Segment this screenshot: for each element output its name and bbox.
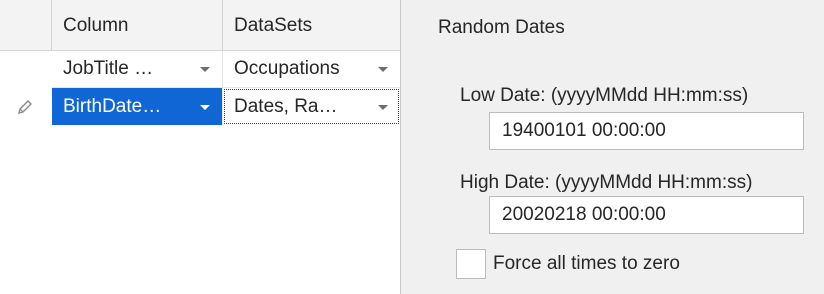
random-dates-panel: Random Dates Low Date: (yyyyMMdd HH:mm:s… <box>401 0 824 294</box>
table-row[interactable]: JobTitle … Occupations <box>0 51 400 88</box>
cell-value: Dates, Ra… <box>234 95 338 117</box>
high-date-label: High Date: (yyyyMMdd HH:mm:ss) <box>460 172 753 193</box>
datasets-header-label: DataSets <box>234 14 313 36</box>
column-header-label: Column <box>63 14 129 36</box>
column-header-datasets[interactable]: DataSets <box>223 0 400 51</box>
cell-value: JobTitle … <box>63 58 154 79</box>
row-indicator[interactable] <box>0 88 52 125</box>
panel-title: Random Dates <box>438 17 565 38</box>
header-indicator-cell <box>0 0 52 51</box>
force-zero-label[interactable]: Force all times to zero <box>493 253 680 275</box>
mapping-grid: Column DataSets JobTitle … Occupations B… <box>0 0 400 294</box>
column-header-column[interactable]: Column <box>52 0 223 51</box>
chevron-down-icon[interactable] <box>378 104 388 110</box>
row-indicator[interactable] <box>0 51 52 88</box>
cell-value: BirthDate… <box>63 95 162 117</box>
low-date-label: Low Date: (yyyyMMdd HH:mm:ss) <box>460 85 749 106</box>
grid-header: Column DataSets <box>0 0 400 51</box>
force-zero-checkbox[interactable] <box>456 249 486 279</box>
column-cell-jobtitle[interactable]: JobTitle … <box>52 51 223 88</box>
low-date-input[interactable] <box>489 112 804 150</box>
table-row[interactable]: BirthDate… Dates, Ra… <box>0 88 400 125</box>
dataset-cell-occupations[interactable]: Occupations <box>223 51 400 88</box>
pencil-icon <box>18 100 32 114</box>
column-cell-birthdate[interactable]: BirthDate… <box>52 88 223 125</box>
cell-value: Occupations <box>234 58 340 79</box>
dataset-cell-dates[interactable]: Dates, Ra… <box>223 88 400 125</box>
chevron-down-icon[interactable] <box>200 67 210 72</box>
high-date-input[interactable] <box>489 196 804 234</box>
chevron-down-icon[interactable] <box>378 67 388 72</box>
chevron-down-icon[interactable] <box>200 104 210 110</box>
